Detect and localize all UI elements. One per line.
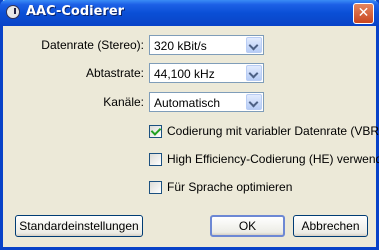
chevron-down-icon[interactable]	[246, 65, 262, 81]
channels-value: Automatisch	[154, 96, 221, 110]
window-title: AAC-Codierer	[26, 4, 125, 19]
close-button[interactable]: ✕	[353, 3, 374, 24]
vbr-checkbox[interactable]	[149, 125, 162, 138]
app-icon	[6, 5, 20, 19]
samplerate-label: Abtastrate:	[85, 66, 144, 80]
speech-checkbox[interactable]	[149, 181, 162, 194]
samplerate-value: 44,100 kHz	[154, 67, 215, 81]
bitrate-select[interactable]: 320 kBit/s	[149, 35, 264, 55]
cancel-button[interactable]: Abbrechen	[293, 215, 368, 237]
he-label[interactable]: High Efficiency-Codierung (HE) verwenden	[167, 152, 379, 166]
channels-select[interactable]: Automatisch	[149, 92, 264, 112]
bitrate-label: Datenrate (Stereo):	[41, 38, 144, 52]
speech-label[interactable]: Für Sprache optimieren	[167, 180, 292, 194]
defaults-button[interactable]: Standardeinstellungen	[15, 215, 143, 237]
aac-encoder-dialog: AAC-Codierer ✕ Datenrate (Stereo): 320 k…	[0, 0, 379, 250]
samplerate-select[interactable]: 44,100 kHz	[149, 63, 264, 83]
title-bar[interactable]: AAC-Codierer ✕	[0, 0, 379, 26]
channels-label: Kanäle:	[103, 95, 144, 109]
he-checkbox[interactable]	[149, 153, 162, 166]
chevron-down-icon[interactable]	[246, 37, 262, 53]
bitrate-value: 320 kBit/s	[154, 39, 207, 53]
ok-button[interactable]: OK	[210, 215, 285, 237]
chevron-down-icon[interactable]	[246, 94, 262, 110]
vbr-label[interactable]: Codierung mit variabler Datenrate (VBR)	[167, 124, 379, 138]
